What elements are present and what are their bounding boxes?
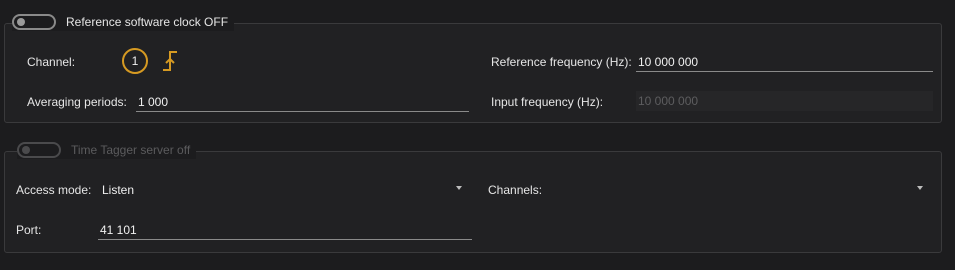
access-mode-label: Access mode: [16,183,92,197]
reference-frequency-input[interactable]: 10 000 000 [636,52,933,72]
chevron-down-icon [917,186,923,190]
rising-edge-icon[interactable] [162,49,178,73]
chevron-down-icon [456,186,462,190]
channel-value: 1 [131,54,139,68]
port-label: Port: [16,223,42,237]
channels-label: Channels: [488,183,543,197]
toggle-knob [22,146,30,154]
channel-selector[interactable]: 1 [122,48,148,74]
averaging-periods-label: Averaging periods: [27,95,127,109]
server-header: Time Tagger server off [17,141,197,159]
access-mode-dropdown[interactable]: Listen [100,180,470,202]
input-frequency-field: 10 000 000 [636,91,933,111]
reference-clock-header: Reference software clock OFF [12,13,235,31]
toggle-knob [17,18,25,26]
channels-dropdown[interactable] [545,180,930,202]
channel-label: Channel: [27,55,76,69]
reference-clock-toggle-label: Reference software clock OFF [66,15,229,29]
server-toggle-label: Time Tagger server off [71,143,191,157]
averaging-periods-input[interactable]: 1 000 [136,92,469,112]
access-mode-value: Listen [102,183,135,197]
input-frequency-label: Input frequency (Hz): [491,95,604,109]
reference-frequency-label: Reference frequency (Hz): [491,55,632,69]
reference-clock-toggle[interactable] [12,14,56,30]
server-toggle[interactable] [17,142,61,158]
port-input[interactable]: 41 101 [98,220,472,240]
